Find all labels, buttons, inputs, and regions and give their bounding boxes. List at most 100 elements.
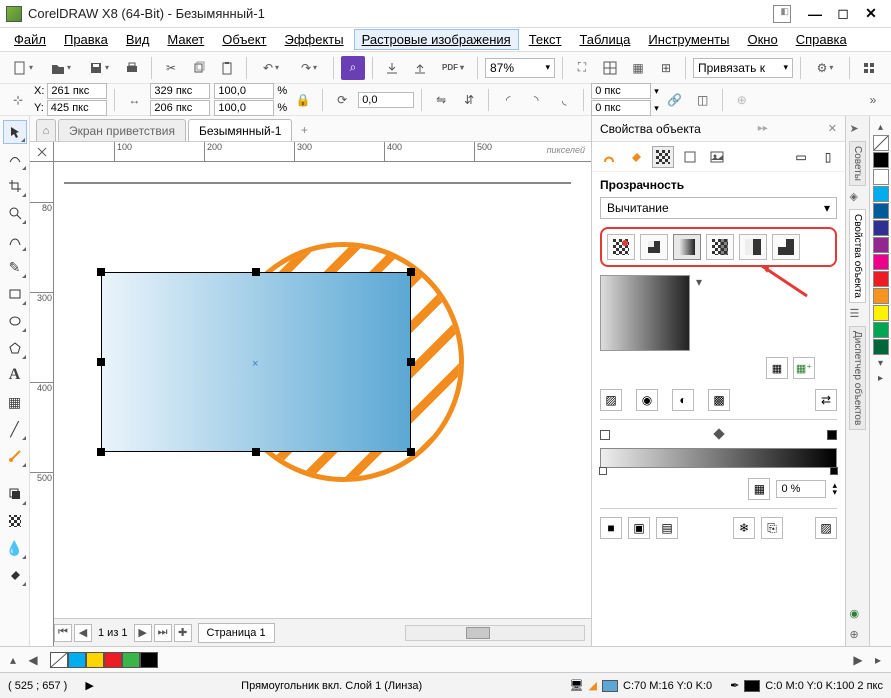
save-button[interactable] — [82, 56, 116, 80]
paste-button[interactable] — [215, 56, 239, 80]
width-input[interactable] — [150, 83, 210, 99]
corner-round-button[interactable]: ◜ — [496, 88, 520, 112]
menu-window[interactable]: Окно — [739, 29, 785, 50]
search-button[interactable]: ⌕ — [341, 56, 365, 80]
transparency-icon[interactable] — [652, 146, 674, 168]
none-transparency-button[interactable] — [607, 234, 635, 260]
docker-circle-icon[interactable]: ◉ — [850, 607, 866, 623]
hints-tab[interactable]: Советы — [849, 141, 866, 186]
artistic-tool[interactable]: ✎ — [3, 255, 27, 279]
freeze-icon[interactable]: ❄ — [733, 517, 755, 539]
doc-palette-menu[interactable]: ▸ — [869, 651, 887, 669]
corner-y-input[interactable] — [591, 100, 651, 116]
color-swatch[interactable] — [873, 271, 889, 287]
print-button[interactable] — [120, 56, 144, 80]
reverse-gradient-button[interactable]: ⇄ — [815, 389, 837, 411]
gradient-bar[interactable] — [600, 448, 837, 468]
square-gradient-button[interactable]: ▩ — [708, 389, 730, 411]
color-swatch[interactable] — [873, 254, 889, 270]
notification-badge-icon[interactable]: ◧ — [773, 5, 791, 23]
mirror-v-button[interactable]: ⇵ — [457, 88, 481, 112]
copy-button[interactable] — [187, 56, 211, 80]
center-marker[interactable]: × — [252, 358, 262, 368]
zoom-input[interactable]: 87%▾ — [485, 58, 555, 78]
node-transparency-icon[interactable]: ▦ — [748, 478, 770, 500]
height-input[interactable] — [150, 100, 210, 116]
lock-ratio-button[interactable]: 🔒 — [291, 88, 315, 112]
transparency-tool[interactable] — [3, 509, 27, 533]
apply-outline-icon[interactable]: ▣ — [628, 517, 650, 539]
menu-tools[interactable]: Инструменты — [640, 29, 737, 50]
canvas[interactable]: × — [54, 162, 591, 618]
handle-s[interactable] — [252, 448, 260, 456]
doc-palette-right[interactable]: ▶ — [849, 651, 867, 669]
next-page-button[interactable]: ▶ — [134, 624, 152, 642]
blend-mode-dropdown[interactable]: Вычитание▾ — [600, 197, 837, 219]
open-button[interactable] — [44, 56, 78, 80]
dropshadow-tool[interactable] — [3, 482, 27, 506]
doc-swatch[interactable] — [104, 652, 122, 668]
opacity-input[interactable] — [776, 480, 826, 498]
handle-ne[interactable] — [407, 268, 415, 276]
table-tool[interactable]: ▦ — [3, 390, 27, 414]
end-node-icon[interactable] — [827, 430, 837, 440]
color-swatch[interactable] — [873, 152, 889, 168]
doc-swatch[interactable] — [68, 652, 86, 668]
handle-w[interactable] — [97, 358, 105, 366]
preset-new-icon[interactable]: ▦⁺ — [793, 357, 815, 379]
twocolor-transparency-button[interactable] — [739, 234, 767, 260]
export-button[interactable] — [408, 56, 432, 80]
vertical-ruler[interactable]: 80 300 400 500 — [30, 162, 54, 646]
handle-sw[interactable] — [97, 448, 105, 456]
docker-layers-icon[interactable]: ☰ — [850, 307, 866, 323]
fill-info[interactable]: 🖥 ◢ C:70 M:16 Y:0 K:0 — [570, 679, 713, 692]
stroke-info[interactable]: ✒ C:0 M:0 Y:0 K:100 2 пкс — [730, 679, 883, 692]
view-a-icon[interactable]: ▭ — [790, 146, 812, 168]
edit-transparency-icon[interactable]: ▨ — [815, 517, 837, 539]
minimize-button[interactable]: ― — [801, 4, 829, 24]
close-button[interactable]: ✕ — [857, 4, 885, 24]
doc-palette-left[interactable]: ◀ — [24, 651, 42, 669]
home-tab-icon[interactable]: ⌂ — [36, 119, 56, 141]
text-tool[interactable]: A — [3, 363, 27, 387]
fountain-transparency-button[interactable] — [673, 234, 701, 260]
menu-edit[interactable]: Правка — [56, 29, 116, 50]
uniform-transparency-button[interactable] — [640, 234, 668, 260]
fill-tool[interactable] — [3, 563, 27, 587]
menu-text[interactable]: Текст — [521, 29, 570, 50]
color-swatch[interactable] — [873, 220, 889, 236]
snap-grid-button[interactable]: ⊞ — [654, 56, 678, 80]
corner-scallop-button[interactable]: ◝ — [524, 88, 548, 112]
rectangle-tool[interactable] — [3, 282, 27, 306]
gradient-picker-button[interactable]: ▾ — [696, 275, 710, 289]
handle-nw[interactable] — [97, 268, 105, 276]
polygon-tool[interactable] — [3, 336, 27, 360]
eyedropper-tool[interactable]: 💧 — [3, 536, 27, 560]
color-swatch[interactable] — [873, 305, 889, 321]
color-swatch[interactable] — [873, 186, 889, 202]
doc-swatch[interactable] — [140, 652, 158, 668]
origin-icon[interactable]: ⊹ — [6, 88, 30, 112]
doc-nocolor[interactable] — [50, 652, 68, 668]
color-swatch[interactable] — [873, 322, 889, 338]
ruler-origin[interactable] — [30, 142, 54, 162]
menu-view[interactable]: Вид — [118, 29, 158, 50]
redo-button[interactable]: ↷ — [292, 56, 326, 80]
launcher-button[interactable] — [857, 56, 881, 80]
freehand-tool[interactable] — [3, 228, 27, 252]
fill-icon[interactable] — [625, 146, 647, 168]
relative-button[interactable]: ◫ — [691, 88, 715, 112]
docker-pointer-icon[interactable]: ➤ — [850, 122, 866, 138]
first-page-button[interactable]: ⏮ — [54, 624, 72, 642]
dimension-tool[interactable]: ╱ — [3, 417, 27, 441]
last-page-button[interactable]: ⏭ — [154, 624, 172, 642]
doc-swatch[interactable] — [122, 652, 140, 668]
fullscreen-button[interactable]: ⛶ — [570, 56, 594, 80]
object-props-tab[interactable]: Свойства объекта — [849, 209, 866, 303]
menu-table[interactable]: Таблица — [571, 29, 638, 50]
menu-effects[interactable]: Эффекты — [277, 29, 352, 50]
menu-help[interactable]: Справка — [788, 29, 855, 50]
object-manager-tab[interactable]: Диспетчер объектов — [849, 326, 866, 430]
handle-se[interactable] — [407, 448, 415, 456]
maximize-button[interactable]: ◻ — [829, 4, 857, 24]
